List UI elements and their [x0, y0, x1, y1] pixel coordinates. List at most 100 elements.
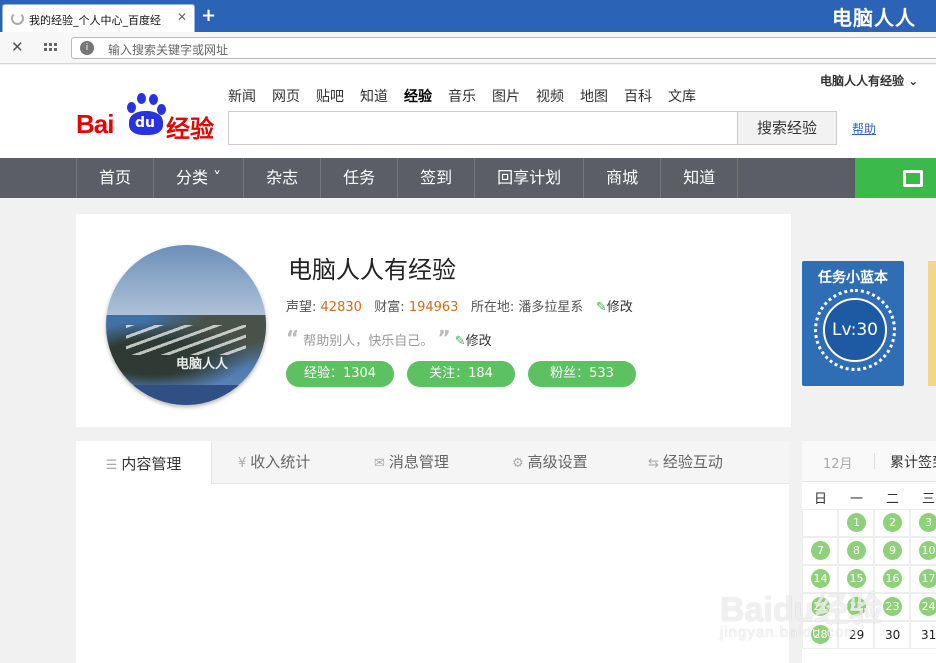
logo-text-jingyan: 经验	[166, 115, 214, 143]
calendar-day-signed: 2	[883, 513, 902, 532]
menubar-item-6[interactable]: 商城	[583, 158, 660, 198]
gear-icon: ⚙	[512, 456, 524, 471]
reputation-label: 声望:	[286, 300, 317, 315]
menubar-items: 首页 分类 ˅ 杂志 任务 签到 回享计划 商城 知道	[76, 158, 739, 198]
calendar-day: 29	[849, 628, 865, 642]
fans-count-pill[interactable]: 粉丝：533	[528, 361, 636, 387]
calendar-day-signed: 22	[847, 597, 866, 616]
menubar-item-0[interactable]: 首页	[76, 158, 153, 198]
tab-close-icon[interactable]: ✕	[177, 10, 187, 24]
stop-icon[interactable]: ✕	[11, 38, 24, 56]
tab-label: 消息管理	[388, 453, 449, 471]
nav-item-7[interactable]: 视频	[536, 86, 564, 106]
secondary-badge[interactable]	[928, 261, 936, 386]
apps-grid-icon[interactable]	[44, 43, 57, 54]
calendar-month[interactable]: 12月	[823, 453, 853, 472]
nav-item-2[interactable]: 贴吧	[316, 86, 344, 106]
calendar-day-signed: 3	[919, 513, 936, 532]
tab-label: 内容管理	[121, 455, 182, 473]
nav-item-9[interactable]: 百科	[624, 86, 652, 106]
following-count-pill[interactable]: 关注：184	[407, 361, 515, 387]
tab-2[interactable]: ✉ 消息管理	[374, 441, 449, 484]
logo-text-bai: Bai	[76, 109, 114, 139]
calendar-header: 12月 累计签到	[802, 441, 936, 482]
task-badge[interactable]: 任务小蓝本 Lv:30	[802, 261, 904, 386]
calendar-cell	[802, 509, 838, 537]
address-bar-row: ✕ i 输入搜索关键字或网址	[0, 32, 936, 64]
tab-4[interactable]: ⇆ 经验互动	[648, 441, 723, 484]
calendar-day-signed: 23	[883, 597, 902, 616]
edit-motto-link[interactable]: 修改	[466, 334, 492, 349]
weekday-label: 一	[850, 492, 864, 507]
profile-stats: 声望: 42830 财富: 194963 所在地: 潘多拉星系 ✎修改	[286, 296, 633, 315]
tab-0[interactable]: ☰ 内容管理	[76, 441, 212, 484]
motto-text: 帮助别人，快乐自己。	[303, 334, 434, 349]
yen-icon: ¥	[238, 456, 247, 471]
mail-icon: ✉	[374, 456, 385, 471]
top-nav: 新闻 网页 贴吧 知道 经验 音乐 图片 视频 地图 百科 文库	[228, 86, 712, 106]
tab-3[interactable]: ⚙ 高级设置	[512, 441, 588, 484]
content-area	[76, 484, 789, 663]
logo-text-du: du	[135, 115, 155, 131]
user-menu[interactable]: 电脑人人有经验 ⌄	[820, 72, 918, 89]
nav-item-4[interactable]: 经验	[404, 86, 432, 106]
calendar-day: 30	[885, 628, 901, 642]
list-icon: ☰	[105, 458, 118, 473]
site-info-icon[interactable]: i	[80, 41, 94, 55]
nav-item-6[interactable]: 图片	[492, 86, 520, 106]
search-input[interactable]	[228, 111, 738, 145]
calendar-day-signed: 7	[811, 541, 830, 560]
swap-icon: ⇆	[648, 456, 659, 471]
pencil-icon: ✎	[595, 300, 607, 315]
nav-item-0[interactable]: 新闻	[228, 86, 256, 106]
loading-spinner-icon	[11, 12, 24, 25]
search-button[interactable]: 搜索经验	[737, 111, 837, 145]
tab-1[interactable]: ¥ 收入统计	[238, 441, 310, 484]
level-badge: Lv:30	[823, 298, 887, 362]
main-menubar: 首页 分类 ˅ 杂志 任务 签到 回享计划 商城 知道	[0, 158, 936, 198]
write-experience-button[interactable]	[855, 158, 936, 198]
cumulative-signin-label: 累计签到	[890, 455, 936, 471]
avatar[interactable]: 电脑人人	[106, 245, 266, 405]
menubar-item-3[interactable]: 任务	[320, 158, 397, 198]
edit-icon	[903, 170, 923, 187]
calendar-day-signed: 1	[847, 513, 866, 532]
menubar-item-1[interactable]: 分类 ˅	[153, 158, 243, 198]
open-quote-icon: “	[286, 326, 300, 350]
baidu-jingyan-logo[interactable]: Bai du 经验	[76, 93, 216, 143]
nav-item-5[interactable]: 音乐	[448, 86, 476, 106]
nav-item-8[interactable]: 地图	[580, 86, 608, 106]
new-tab-icon[interactable]: +	[201, 5, 216, 26]
tab-title: 我的经验_个人中心_百度经	[29, 14, 161, 27]
calendar-day-signed: 21	[811, 597, 830, 616]
browser-titlebar: 我的经验_个人中心_百度经 ✕ + 电脑人人有	[0, 0, 936, 59]
address-input[interactable]: i 输入搜索关键字或网址	[71, 37, 936, 59]
browser-tab[interactable]: 我的经验_个人中心_百度经 ✕	[2, 4, 195, 32]
menubar-item-7[interactable]: 知道	[660, 158, 739, 198]
experience-count-pill[interactable]: 经验：1304	[286, 361, 394, 387]
profile-counters: 经验：1304 关注：184 粉丝：533	[286, 361, 636, 387]
calendar-day-signed: 15	[847, 569, 866, 588]
help-link[interactable]: 帮助	[852, 120, 876, 137]
wealth-label: 财富:	[374, 300, 405, 315]
avatar-watermark: 电脑人人	[176, 357, 229, 372]
nav-item-1[interactable]: 网页	[272, 86, 300, 106]
user-name: 电脑人人有经验	[820, 74, 905, 88]
calendar-day-signed: 17	[919, 569, 936, 588]
menubar-item-2[interactable]: 杂志	[243, 158, 320, 198]
weekday-label: 日	[814, 492, 828, 507]
nav-item-10[interactable]: 文库	[668, 86, 696, 106]
menubar-item-5[interactable]: 回享计划	[474, 158, 583, 198]
calendar-day-signed: 8	[847, 541, 866, 560]
calendar-day: 31	[921, 628, 936, 642]
menubar-item-4[interactable]: 签到	[397, 158, 474, 198]
location-label: 所在地:	[470, 300, 515, 315]
edit-location-link[interactable]: 修改	[607, 300, 633, 315]
calendar-day-signed: 10	[919, 541, 936, 560]
profile-name: 电脑人人有经验	[288, 256, 456, 284]
weekday-label: 二	[886, 492, 900, 507]
nav-item-3[interactable]: 知道	[360, 86, 388, 106]
reputation-value: 42830	[320, 300, 362, 315]
content-tabs: ☰ 内容管理 ¥ 收入统计 ✉ 消息管理 ⚙ 高级设置 ⇆ 经验互动	[76, 441, 789, 484]
address-placeholder: 输入搜索关键字或网址	[108, 43, 229, 57]
